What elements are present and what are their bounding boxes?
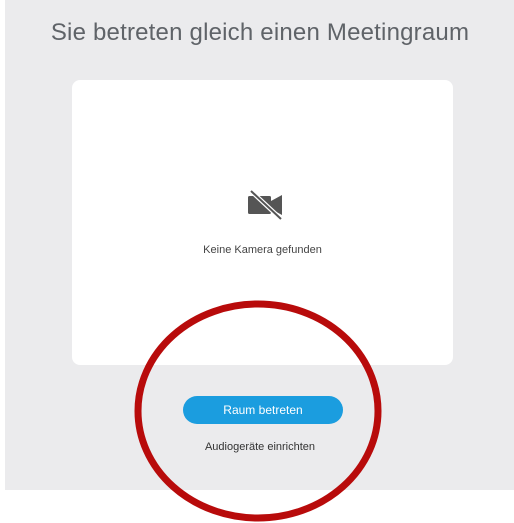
screenshot: Sie betreten gleich einen Meetingraum Ke… xyxy=(0,0,514,523)
page-title: Sie betreten gleich einen Meetingraum xyxy=(50,19,470,46)
audio-setup-link[interactable]: Audiogeräte einrichten xyxy=(5,441,514,453)
join-room-button[interactable]: Raum betreten xyxy=(183,396,343,424)
meeting-lobby: Sie betreten gleich einen Meetingraum Ke… xyxy=(5,0,514,490)
camera-status-text: Keine Kamera gefunden xyxy=(203,244,322,256)
camera-preview: Keine Kamera gefunden xyxy=(72,80,453,365)
camera-off-icon xyxy=(248,190,283,220)
